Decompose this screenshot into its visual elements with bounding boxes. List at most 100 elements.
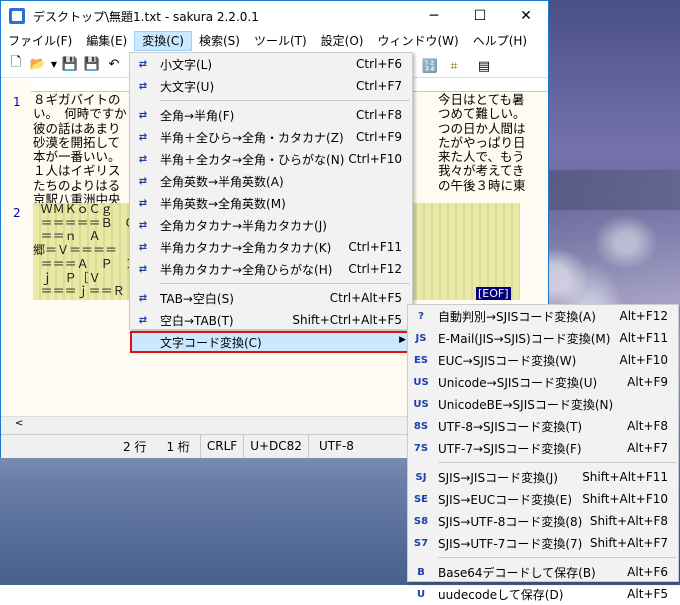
menu-item[interactable]: ⇄ 半角カタカナ→全角カタカナ(K) Ctrl+F11 (130, 236, 412, 258)
menu-item-label: 半角カタカナ→全角ひらがな(H) (160, 262, 333, 277)
menu-item[interactable]: Uuudecodeして保存(D) Alt+F5 (408, 583, 678, 605)
line-number: 2 (13, 206, 21, 220)
utf7-to-sjis-icon: 7S (408, 437, 434, 459)
submenu-arrow-icon: ▶ (399, 335, 406, 345)
base64-save-icon: B (408, 561, 434, 583)
convert-menu: ⇄ 小文字(L) Ctrl+F6 ⇄ 大文字(U) Ctrl+F7 ⇄ 全角→半角(F) Ctr… (129, 52, 413, 353)
icon-tag: US (413, 376, 429, 388)
menu-item[interactable]: ⇄ 全角→半角(F) Ctrl+F8 (130, 104, 412, 126)
icon-tag: ? (418, 310, 424, 322)
menu-search[interactable]: 検索(S) (192, 31, 247, 51)
menu-settings[interactable]: 設定(O) (314, 31, 371, 51)
menu-item-label: 半角英数→全角英数(M) (160, 196, 286, 211)
menu-item[interactable]: ⇄ TAB→空白(S) Ctrl+Alt+F5 (130, 287, 412, 309)
menu-item[interactable]: ⇄ 全角英数→半角英数(A) (130, 170, 412, 192)
utf8-to-sjis-icon: 8S (408, 415, 434, 437)
menu-separator (160, 283, 410, 284)
menu-item[interactable]: ⇄ 空白→TAB(T) Shift+Ctrl+Alt+F5 (130, 309, 412, 331)
save-as-icon[interactable]: 💾 (81, 53, 103, 75)
save-icon[interactable]: 💾 (59, 53, 81, 75)
menu-item[interactable]: 7S UTF-7→SJISコード変換(F) Alt+F7 (408, 437, 678, 459)
close-button[interactable]: ✕ (503, 1, 549, 31)
menu-item[interactable]: ⇄ 小文字(L) Ctrl+F6 (130, 53, 412, 75)
menu-item[interactable]: ⇄ 半角カタカナ→全角ひらがな(H) Ctrl+F12 (130, 258, 412, 280)
email-to-sjis-icon: JS (408, 327, 434, 349)
menu-item-shortcut: Ctrl+F6 (356, 57, 402, 71)
hira-to-kata-icon: ⇄ (138, 131, 148, 143)
menu-separator (438, 557, 676, 558)
dropdown-icon[interactable]: ▼ (49, 53, 59, 75)
menu-item[interactable]: SE SJIS→EUCコード変換(E) Shift+Alt+F10 (408, 488, 678, 510)
menu-item-label: 半角カタカナ→全角カタカナ(K) (160, 240, 332, 255)
sakura-app-icon (9, 8, 25, 24)
menu-item-shortcut: Ctrl+Alt+F5 (329, 291, 402, 305)
minimize-button[interactable]: ─ (411, 1, 457, 31)
menu-item-label: E-Mail(JIS→SJIS)コード変換(M) (438, 331, 611, 346)
menu-item-label: 全角英数→半角英数(A) (160, 174, 284, 189)
menu-item-label: SJIS→UTF-8コード変換(8) (438, 514, 583, 529)
menu-item-label: 大文字(U) (160, 79, 215, 94)
menu-item[interactable]: ⇄ 全角カタカナ→半角カタカナ(J) (130, 214, 412, 236)
menu-item[interactable]: JS E-Mail(JIS→SJIS)コード変換(M) Alt+F11 (408, 327, 678, 349)
menu-item-shortcut: Shift+Alt+F7 (589, 536, 668, 550)
maximize-button[interactable]: ☐ (457, 1, 503, 31)
menu-item-label: 空白→TAB(T) (160, 313, 234, 328)
kata-han-to-hira-icon: ⇄ (138, 263, 148, 275)
menu-item-label: 全角カタカナ→半角カタカナ(J) (160, 218, 327, 233)
kata-zen-to-han-icon: ⇄ (138, 219, 148, 231)
open-folder-icon[interactable]: 📂 (27, 53, 49, 75)
menu-item-shortcut: Alt+F10 (619, 353, 668, 367)
menu-item[interactable]: SJ SJIS→JISコード変換(J) Shift+Alt+F11 (408, 466, 678, 488)
icon-tag: US (413, 398, 429, 410)
menu-bar: ファイル(F) 編集(E) 変換(C) 検索(S) ツール(T) 設定(O) ウ… (1, 31, 548, 51)
menu-item-shortcut: Alt+F5 (627, 587, 668, 601)
menu-help[interactable]: ヘルプ(H) (466, 31, 534, 51)
menu-item-label: 半角＋全カタ→全角・ひらがな(N) (160, 152, 345, 167)
menu-item[interactable]: B Base64デコードして保存(B) Alt+F6 (408, 561, 678, 583)
menu-item-label: 小文字(L) (160, 57, 213, 72)
status-char: U+DC82 (243, 435, 308, 458)
menu-item-label: uudecodeして保存(D) (438, 587, 564, 602)
menu-edit[interactable]: 編集(E) (79, 31, 134, 51)
new-file-icon[interactable]: 🗋 (5, 53, 27, 75)
unicodebe-to-sjis-icon: US (408, 393, 434, 415)
menu-item[interactable]: ⇄ 半角＋全カタ→全角・ひらがな(N) Ctrl+F10 (130, 148, 412, 170)
menu-separator (438, 462, 676, 463)
menu-item-label: Unicode→SJISコード変換(U) (438, 375, 598, 390)
menu-item-shortcut: Ctrl+F11 (348, 240, 402, 254)
menu-item[interactable]: US UnicodeBE→SJISコード変換(N) (408, 393, 678, 415)
menu-item[interactable]: S8 SJIS→UTF-8コード変換(8) Shift+Alt+F8 (408, 510, 678, 532)
menu-item[interactable]: ⇄ 半角英数→全角英数(M) (130, 192, 412, 214)
menu-item-label: Base64デコードして保存(B) (438, 565, 596, 580)
scroll-left-icon[interactable]: < (15, 418, 23, 429)
menu-file[interactable]: ファイル(F) (1, 31, 79, 51)
icon-tag: B (417, 566, 425, 578)
menu-item[interactable]: ? 自動判別→SJISコード変換(A) Alt+F12 (408, 305, 678, 327)
menu-item-shortcut: Alt+F6 (627, 565, 668, 579)
menu-item[interactable]: S7 SJIS→UTF-7コード変換(7) Shift+Alt+F7 (408, 532, 678, 554)
icon-tag: SJ (415, 471, 427, 483)
menu-item-shortcut: Shift+Alt+F11 (582, 470, 668, 484)
menu-item-label: UTF-8→SJISコード変換(T) (438, 419, 583, 434)
undo-icon[interactable]: ↶ (103, 53, 125, 75)
menu-item[interactable]: ⇄ 半角＋全ひら→全角・カタカナ(Z) Ctrl+F9 (130, 126, 412, 148)
toolbar-icon-c[interactable]: ▤ (473, 55, 495, 77)
menu-tools[interactable]: ツール(T) (247, 31, 314, 51)
icon-tag: U (416, 588, 426, 600)
charcode-submenu: ? 自動判別→SJISコード変換(A) Alt+F12 JS E-Mail(JIS→SJ… (407, 304, 679, 602)
icon-tag: 8S (413, 420, 429, 432)
menu-item-label: SJIS→JISコード変換(J) (438, 470, 558, 485)
menu-item[interactable]: ES EUC→SJISコード変換(W) Alt+F10 (408, 349, 678, 371)
toolbar-icon-a[interactable]: 🔢 (419, 55, 441, 77)
menu-item[interactable]: ⇄ 大文字(U) Ctrl+F7 (130, 75, 412, 97)
menu-window[interactable]: ウィンドウ(W) (370, 31, 465, 51)
toolbar-icon-b[interactable]: ⌗ (443, 55, 465, 77)
menu-convert[interactable]: 変換(C) (134, 31, 192, 51)
icon-tag: JS (415, 332, 427, 344)
menu-item[interactable]: 8S UTF-8→SJISコード変換(T) Alt+F8 (408, 415, 678, 437)
menu-item[interactable]: US Unicode→SJISコード変換(U) Alt+F9 (408, 371, 678, 393)
menu-item-shortcut: Alt+F7 (627, 441, 668, 455)
status-row: 2 行 (123, 440, 147, 454)
icon-tag: ES (413, 354, 429, 366)
menu-item[interactable]: 文字コード変換(C) ▶ (130, 331, 412, 353)
